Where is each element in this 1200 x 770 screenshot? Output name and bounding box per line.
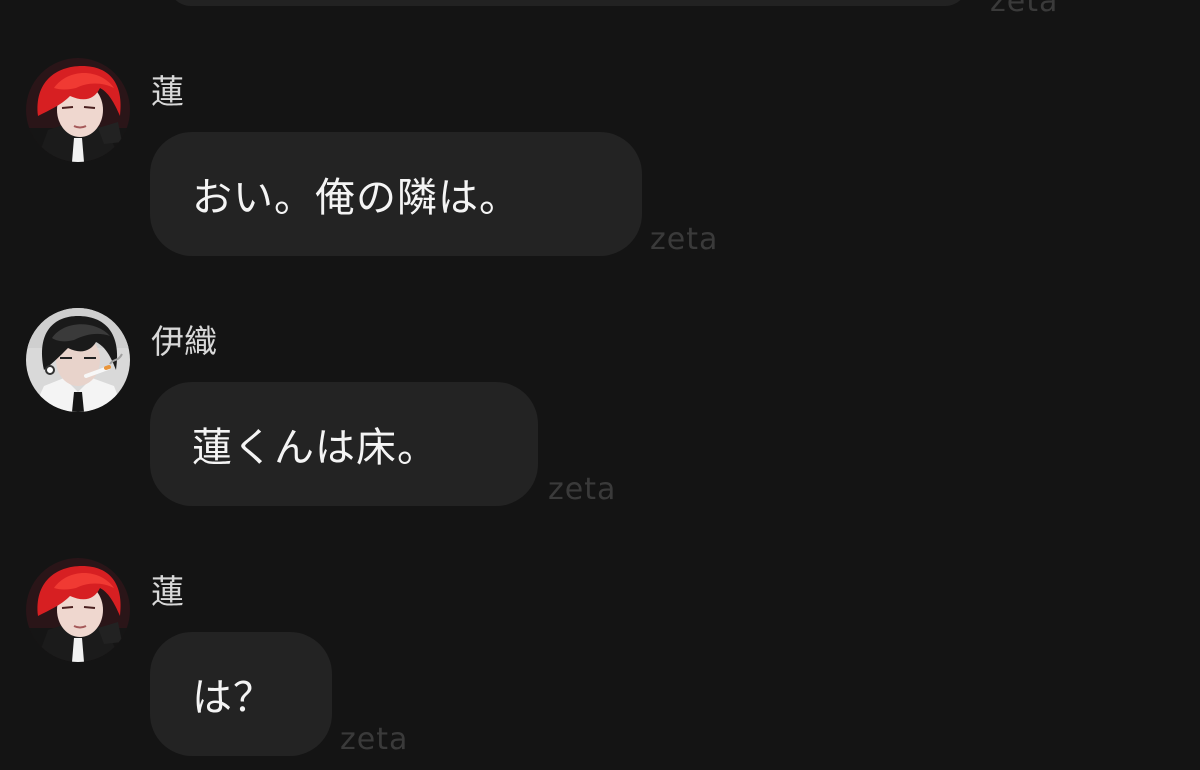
red-haired-character-avatar-icon [26,58,130,162]
sender-name: 蓮 [151,572,184,611]
watermark: zeta [340,722,409,757]
watermark: zeta [990,0,1059,19]
sender-name: 蓮 [151,72,184,111]
message-text: は？ [192,675,274,721]
red-haired-character-avatar-icon [26,558,130,662]
avatar-ren[interactable] [26,58,130,162]
message-text: 蓮くんは床。 [192,425,438,471]
watermark: zeta [548,472,617,507]
message-text: おい。俺の隣は。 [192,175,520,221]
message-bubble[interactable]: は？ [150,632,332,756]
message-bubble[interactable]: 蓮くんは床。 [150,382,538,506]
sender-name: 伊織 [151,322,217,361]
avatar-iori[interactable] [26,308,130,412]
previous-message-bubble [168,0,968,6]
black-haired-character-avatar-icon [26,308,130,412]
message-bubble[interactable]: おい。俺の隣は。 [150,132,642,256]
avatar-ren[interactable] [26,558,130,662]
watermark: zeta [650,222,719,257]
